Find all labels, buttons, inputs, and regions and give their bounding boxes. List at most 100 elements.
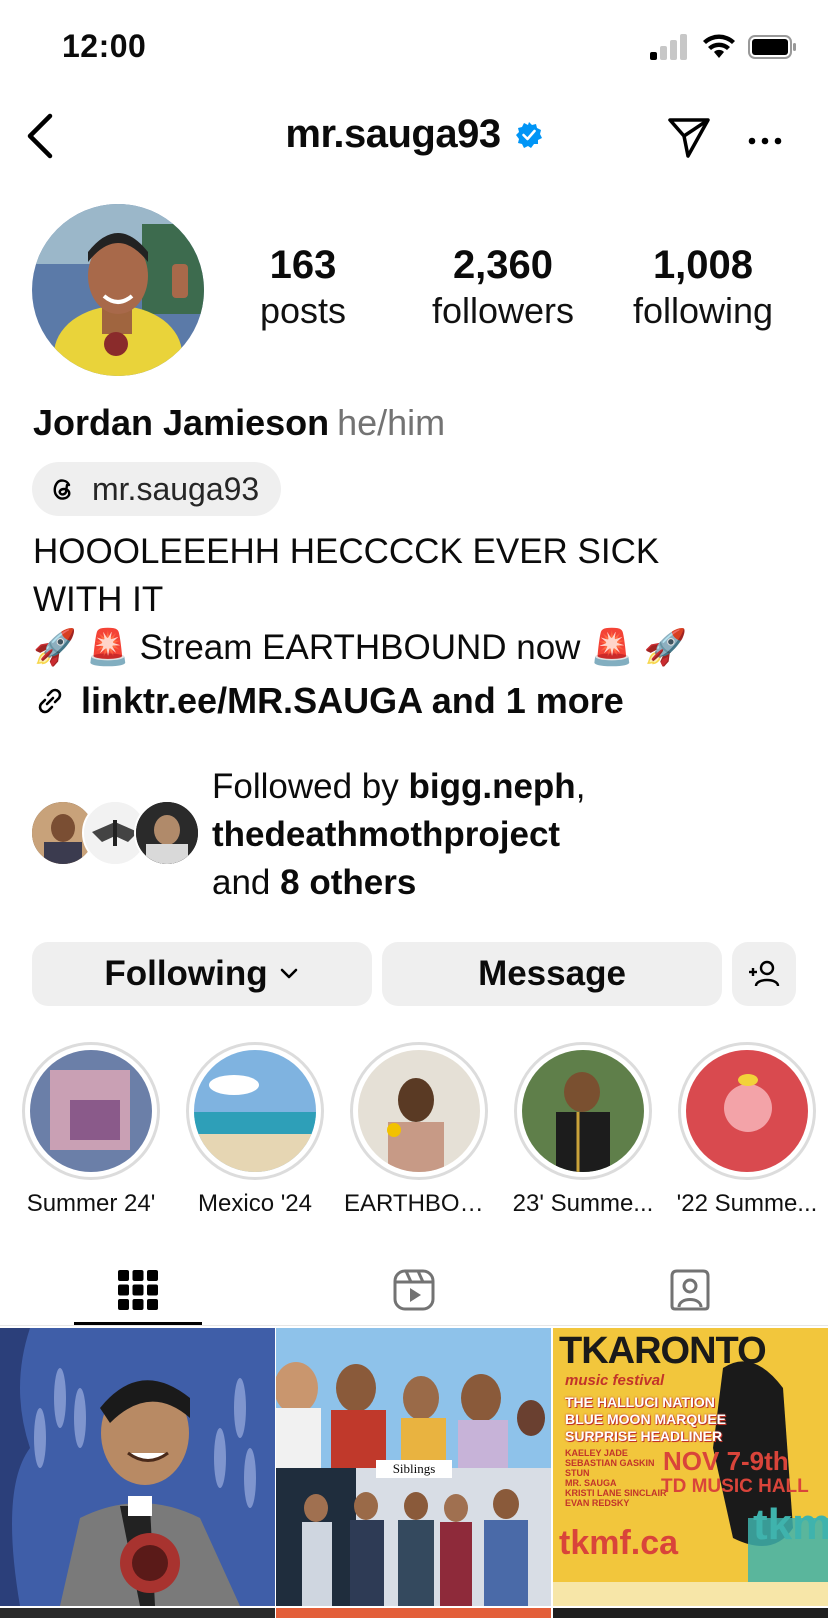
mutual-user-2: thedeathmothproject: [212, 815, 561, 854]
add-person-icon: [749, 960, 780, 987]
followed-by-prefix: Followed by: [212, 767, 409, 806]
mutual-avatar-3: [134, 800, 200, 866]
poster-lineup-6: EVAN REDSKY: [565, 1498, 630, 1508]
poster-act-3: SURPRISE HEADLINER: [565, 1428, 723, 1444]
post-tile-4-peek[interactable]: [0, 1608, 275, 1618]
mutual-followers-text[interactable]: Followed by bigg.neph, thedeathmothproje…: [212, 763, 792, 907]
following-button[interactable]: Following: [32, 942, 372, 1006]
highlight-22-summer[interactable]: '22 Summe...: [672, 1042, 822, 1218]
following-count-label: following: [632, 290, 774, 331]
poster-lineup-3: STUN: [565, 1468, 590, 1478]
poster-site: tkmf.ca: [559, 1524, 679, 1562]
post-tile-5-peek[interactable]: [276, 1608, 551, 1618]
threads-profile-link[interactable]: mr.sauga93: [32, 462, 282, 516]
status-icons: [650, 34, 798, 60]
bio-line-3: 🚀 🚨 Stream EARTHBOUND now 🚨 🚀: [33, 628, 688, 667]
highlight-label: Mexico '24: [198, 1190, 312, 1217]
post-collage-caption: Siblings: [392, 1461, 436, 1476]
following-button-label: Following: [104, 954, 268, 993]
poster-lineup: KAELEY JADE SEBASTIAN GASKIN STUN MR. SA…: [565, 1448, 667, 1508]
suggested-users-button[interactable]: [732, 942, 796, 1006]
poster-lineup-2: SEBASTIAN GASKIN: [565, 1458, 655, 1468]
pronouns: he/him: [337, 402, 446, 443]
post-tile-3[interactable]: TKARONTO music festival THE HALLUCI NATI…: [553, 1328, 828, 1606]
following-count[interactable]: 1,008 following: [613, 242, 793, 334]
poster-lineup-1: KAELEY JADE: [565, 1448, 628, 1458]
threads-icon: [53, 479, 71, 500]
posts-count-label: posts: [259, 290, 347, 331]
link-icon: [38, 688, 62, 714]
highlight-cover: [686, 1050, 808, 1172]
poster-lineup-5: KRISTI LANE SINCLAIR: [565, 1488, 667, 1498]
poster-title: TKARONTO: [559, 1330, 767, 1372]
tab-tagged[interactable]: [552, 1256, 828, 1324]
poster-logo: tkmf: [753, 1500, 828, 1549]
full-name-text: Jordan Jamieson: [33, 402, 330, 443]
highlight-cover: [522, 1050, 644, 1172]
chevron-down-icon: [280, 968, 297, 979]
highlight-earthbound[interactable]: EARTHBOU...: [344, 1042, 494, 1218]
highlight-cover: [30, 1050, 152, 1172]
post-image-illustration: [0, 1328, 275, 1606]
profile-avatar[interactable]: [32, 204, 204, 376]
highlight-23-summer[interactable]: 23' Summe...: [508, 1042, 658, 1218]
mutual-others: 8 others: [280, 863, 417, 902]
wifi-icon: [703, 34, 735, 58]
highlight-summer-24[interactable]: Summer 24': [16, 1042, 166, 1218]
poster-act-2: BLUE MOON MARQUEE: [565, 1411, 726, 1427]
following-count-value: 1,008: [652, 243, 754, 287]
tab-reels[interactable]: [276, 1256, 552, 1324]
post-tile-1[interactable]: [0, 1328, 275, 1606]
poster-lineup-4: MR. SAUGA: [565, 1478, 617, 1488]
grid-icon: [118, 1270, 158, 1310]
direct-message-button[interactable]: [664, 112, 714, 162]
mutual-user-1: bigg.neph: [408, 767, 576, 806]
profile-full-name: Jordan Jamieson he/him: [33, 402, 445, 444]
followed-by-and: and: [212, 863, 281, 902]
avatar-photo: [32, 204, 204, 376]
followers-count-value: 2,360: [452, 243, 554, 287]
bio-line-2: WITH IT: [33, 580, 164, 619]
highlight-label: EARTHBOU...: [344, 1190, 494, 1217]
highlight-label: '22 Summe...: [676, 1190, 818, 1217]
reels-icon: [393, 1269, 435, 1311]
highlight-cover: [194, 1050, 316, 1172]
status-time: 12:00: [62, 28, 147, 64]
tagged-person-icon: [670, 1269, 710, 1311]
ellipsis-icon: [748, 137, 782, 145]
profile-bio: HOOOLEEEHH HECCCCK EVER SICK WITH IT 🚀 🚨…: [33, 528, 773, 672]
threads-handle: mr.sauga93: [92, 470, 260, 507]
poster-venue: TD MUSIC HALL: [661, 1476, 809, 1497]
active-tab-indicator: [74, 1322, 202, 1325]
bio-link-text: linktr.ee/MR.SAUGA and 1 more: [81, 680, 624, 721]
poster-act-1: THE HALLUCI NATION: [565, 1394, 715, 1410]
highlight-mexico-24[interactable]: Mexico '24: [180, 1042, 330, 1218]
paper-plane-icon: [668, 118, 710, 158]
tab-posts-grid[interactable]: [0, 1256, 276, 1324]
tab-divider: [0, 1325, 828, 1326]
followers-count-label: followers: [431, 290, 575, 331]
message-button[interactable]: Message: [382, 942, 722, 1006]
cellular-signal-icon: [650, 34, 687, 60]
post-tile-2[interactable]: Siblings: [276, 1328, 551, 1606]
battery-icon: [748, 35, 796, 59]
highlight-cover: [358, 1050, 480, 1172]
highlight-label: 23' Summe...: [512, 1190, 654, 1217]
bio-link[interactable]: linktr.ee/MR.SAUGA and 1 more: [33, 680, 624, 722]
poster-acts: THE HALLUCI NATION BLUE MOON MARQUEE SUR…: [565, 1394, 726, 1445]
more-options-button[interactable]: [742, 118, 788, 164]
mutual-followers-avatars[interactable]: [30, 800, 200, 866]
message-button-label: Message: [478, 954, 626, 993]
highlight-label: Summer 24': [26, 1190, 156, 1217]
bio-line-1: HOOOLEEEHH HECCCCK EVER SICK: [33, 532, 660, 571]
verified-badge-icon: [515, 121, 542, 148]
posts-count-value: 163: [269, 243, 337, 287]
followers-count[interactable]: 2,360 followers: [413, 242, 593, 334]
poster-date: NOV 7-9th: [663, 1446, 789, 1476]
poster-sponsor-strip: [553, 1582, 828, 1606]
poster-subtitle: music festival: [565, 1372, 665, 1389]
followed-by-comma: ,: [575, 767, 586, 806]
header-username-text: mr.sauga93: [285, 112, 501, 156]
post-tile-6-peek[interactable]: [553, 1608, 828, 1618]
posts-count[interactable]: 163 posts: [213, 242, 393, 334]
